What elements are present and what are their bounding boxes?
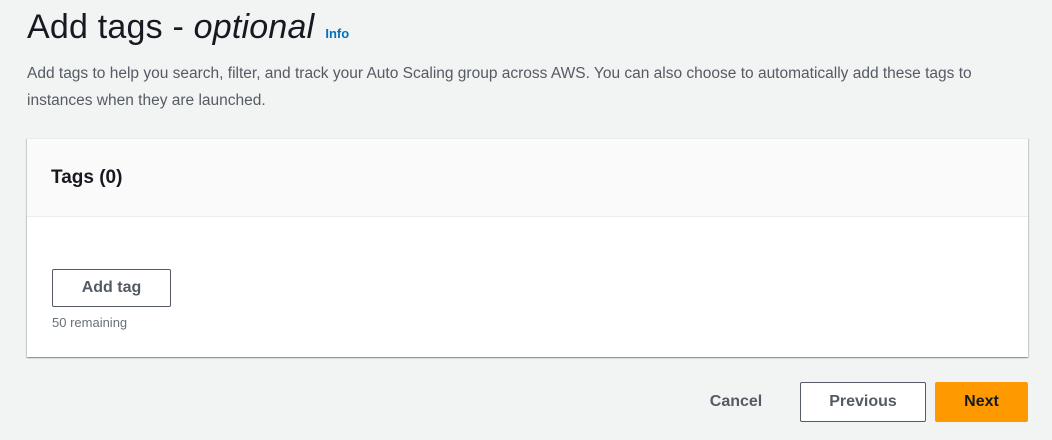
page-header: Add tags - optional Info (27, 8, 349, 47)
previous-button[interactable]: Previous (800, 382, 926, 422)
page-title-main: Add tags - (27, 8, 194, 46)
tags-panel-title: Tags (0) (51, 166, 123, 188)
add-tag-button[interactable]: Add tag (52, 269, 171, 307)
info-link[interactable]: Info (325, 26, 349, 41)
tags-remaining-text: 50 remaining (52, 315, 128, 330)
tags-panel-header: Tags (0) (27, 139, 1028, 217)
page-title: Add tags - optional (27, 8, 314, 47)
tags-panel: Tags (0) Add tag 50 remaining (27, 138, 1028, 357)
next-button[interactable]: Next (935, 382, 1028, 422)
cancel-button[interactable]: Cancel (692, 383, 780, 421)
page-description: Add tags to help you search, filter, and… (27, 65, 972, 109)
add-tags-page: Add tags - optional Info Add tags to hel… (0, 0, 1052, 440)
page-title-optional: optional (193, 8, 315, 46)
